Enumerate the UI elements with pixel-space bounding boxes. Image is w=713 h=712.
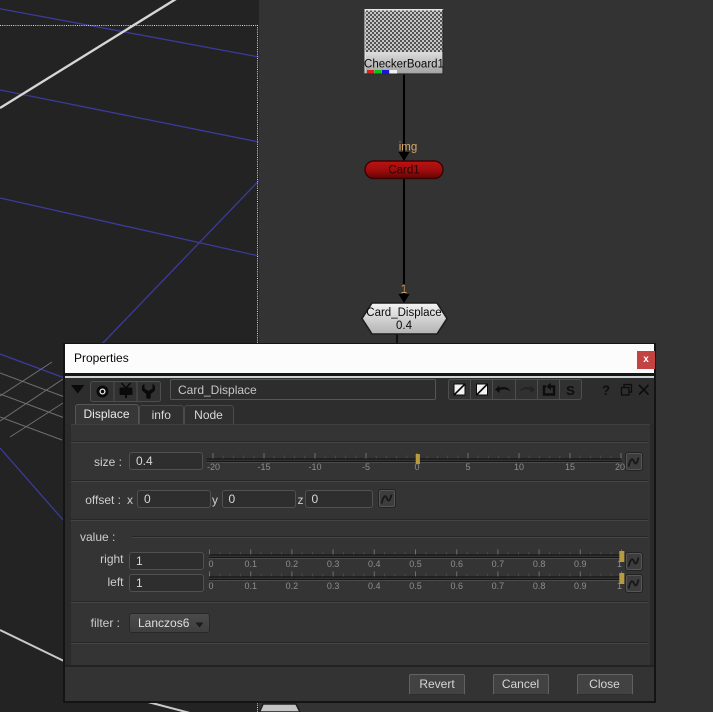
- svg-text:0.5: 0.5: [409, 581, 422, 591]
- svg-text:20: 20: [615, 462, 625, 472]
- svg-text:S: S: [566, 383, 575, 398]
- svg-text:0.8: 0.8: [533, 581, 546, 591]
- svg-text:-5: -5: [362, 462, 370, 472]
- svg-text:0.3: 0.3: [327, 559, 340, 569]
- svg-text:0.4: 0.4: [368, 581, 381, 591]
- svg-text:0.1: 0.1: [244, 559, 257, 569]
- svg-text:0.9: 0.9: [574, 581, 587, 591]
- svg-text:0.4: 0.4: [368, 559, 381, 569]
- svg-text:Card1: Card1: [388, 165, 419, 177]
- svg-text:0.3: 0.3: [327, 581, 340, 591]
- svg-text:0.7: 0.7: [492, 581, 505, 591]
- svg-text:0.5: 0.5: [409, 559, 422, 569]
- svg-text:-15: -15: [257, 462, 270, 472]
- svg-text:?: ?: [602, 383, 610, 398]
- svg-text:0.2: 0.2: [286, 559, 299, 569]
- svg-text:0.7: 0.7: [492, 559, 505, 569]
- svg-text:img: img: [399, 142, 418, 154]
- svg-text:1: 1: [401, 284, 407, 296]
- svg-text:0.6: 0.6: [450, 559, 463, 569]
- svg-text:-10: -10: [308, 462, 321, 472]
- svg-text:0.6: 0.6: [450, 581, 463, 591]
- svg-text:0.1: 0.1: [244, 581, 257, 591]
- svg-text:10: 10: [514, 462, 524, 472]
- svg-text:0.9: 0.9: [574, 559, 587, 569]
- svg-text:Card_Displace: Card_Displace: [366, 307, 441, 319]
- svg-text:15: 15: [565, 462, 575, 472]
- svg-text:0: 0: [209, 581, 214, 591]
- svg-text:5: 5: [465, 462, 470, 472]
- svg-text:0: 0: [209, 559, 214, 569]
- svg-text:0.8: 0.8: [533, 559, 546, 569]
- svg-text:CheckerBoard1: CheckerBoard1: [364, 59, 444, 71]
- svg-text:0.4: 0.4: [396, 320, 413, 332]
- svg-text:-20: -20: [207, 462, 220, 472]
- svg-text:0.2: 0.2: [286, 581, 299, 591]
